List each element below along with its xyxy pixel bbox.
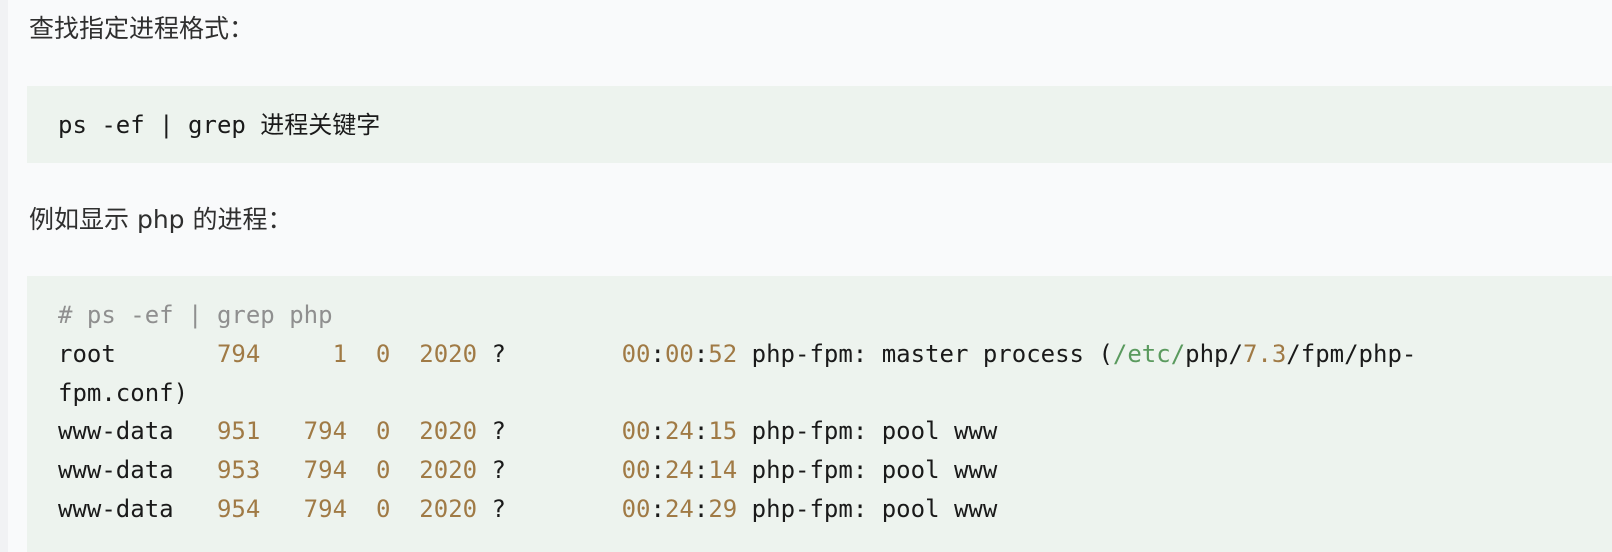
time-minutes: 00	[664, 339, 694, 368]
time-seconds: 52	[708, 339, 738, 368]
code-row-wrap: fpm.conf)	[58, 378, 189, 407]
example-paragraph: 例如显示 php 的进程：	[29, 205, 293, 234]
code-row: root 794 1 0 2020 ? 00:00:52 php-fpm: ma…	[58, 339, 1417, 368]
pid: 951	[216, 417, 261, 446]
time-hours: 00	[621, 494, 651, 523]
ppid: 794	[303, 494, 348, 523]
left-border	[0, 0, 8, 552]
time-minutes: 24	[664, 456, 694, 485]
time-seconds: 14	[708, 456, 738, 485]
time-minutes: 24	[664, 417, 694, 446]
command-part: php/	[1185, 339, 1243, 368]
command-line: ps -ef | grep 进程关键字	[58, 111, 381, 139]
ppid: 794	[303, 417, 348, 446]
tty: ?	[491, 494, 506, 523]
command: php-fpm: pool www	[751, 494, 998, 523]
code-row: www-data 951 794 0 2020 ? 00:24:15 php-f…	[58, 417, 998, 446]
time-minutes: 24	[664, 494, 694, 523]
code-row: www-data 954 794 0 2020 ? 00:24:29 php-f…	[58, 494, 998, 523]
pid: 954	[216, 494, 261, 523]
time-seconds: 29	[708, 494, 738, 523]
time-seconds: 15	[708, 417, 738, 446]
command: php-fpm: pool www	[751, 456, 998, 485]
time-hours: 00	[621, 339, 651, 368]
user: www-data	[58, 494, 174, 523]
code-comment: # ps -ef | grep php	[58, 301, 333, 329]
tty: ?	[491, 339, 506, 368]
user: root	[58, 339, 116, 368]
ppid: 1	[332, 339, 348, 368]
tty: ?	[491, 456, 506, 485]
cpu: 0	[375, 339, 391, 368]
start-time: 2020	[419, 339, 478, 368]
start-time: 2020	[419, 417, 478, 446]
command: php-fpm: master process (	[751, 339, 1113, 368]
pid: 953	[216, 456, 261, 485]
cpu: 0	[375, 494, 391, 523]
user: www-data	[58, 456, 174, 485]
pid: 794	[216, 339, 261, 368]
command-code-block: ps -ef | grep 进程关键字	[27, 86, 1612, 163]
start-time: 2020	[419, 456, 478, 485]
cpu: 0	[375, 417, 391, 446]
time-hours: 00	[621, 456, 651, 485]
user: www-data	[58, 417, 174, 446]
command-part: /fpm/php-	[1286, 339, 1417, 368]
start-time: 2020	[419, 494, 478, 523]
command-path: /etc/	[1112, 339, 1186, 368]
ppid: 794	[303, 456, 348, 485]
example-code-block: # ps -ef | grep php root 794 1 0 2020 ? …	[27, 276, 1612, 552]
code-row: www-data 953 794 0 2020 ? 00:24:14 php-f…	[58, 456, 998, 485]
tty: ?	[491, 417, 506, 446]
time-hours: 00	[621, 417, 651, 446]
intro-paragraph: 查找指定进程格式：	[29, 14, 255, 43]
command-version: 7.3	[1242, 339, 1287, 368]
cpu: 0	[375, 456, 391, 485]
command: php-fpm: pool www	[751, 417, 998, 446]
